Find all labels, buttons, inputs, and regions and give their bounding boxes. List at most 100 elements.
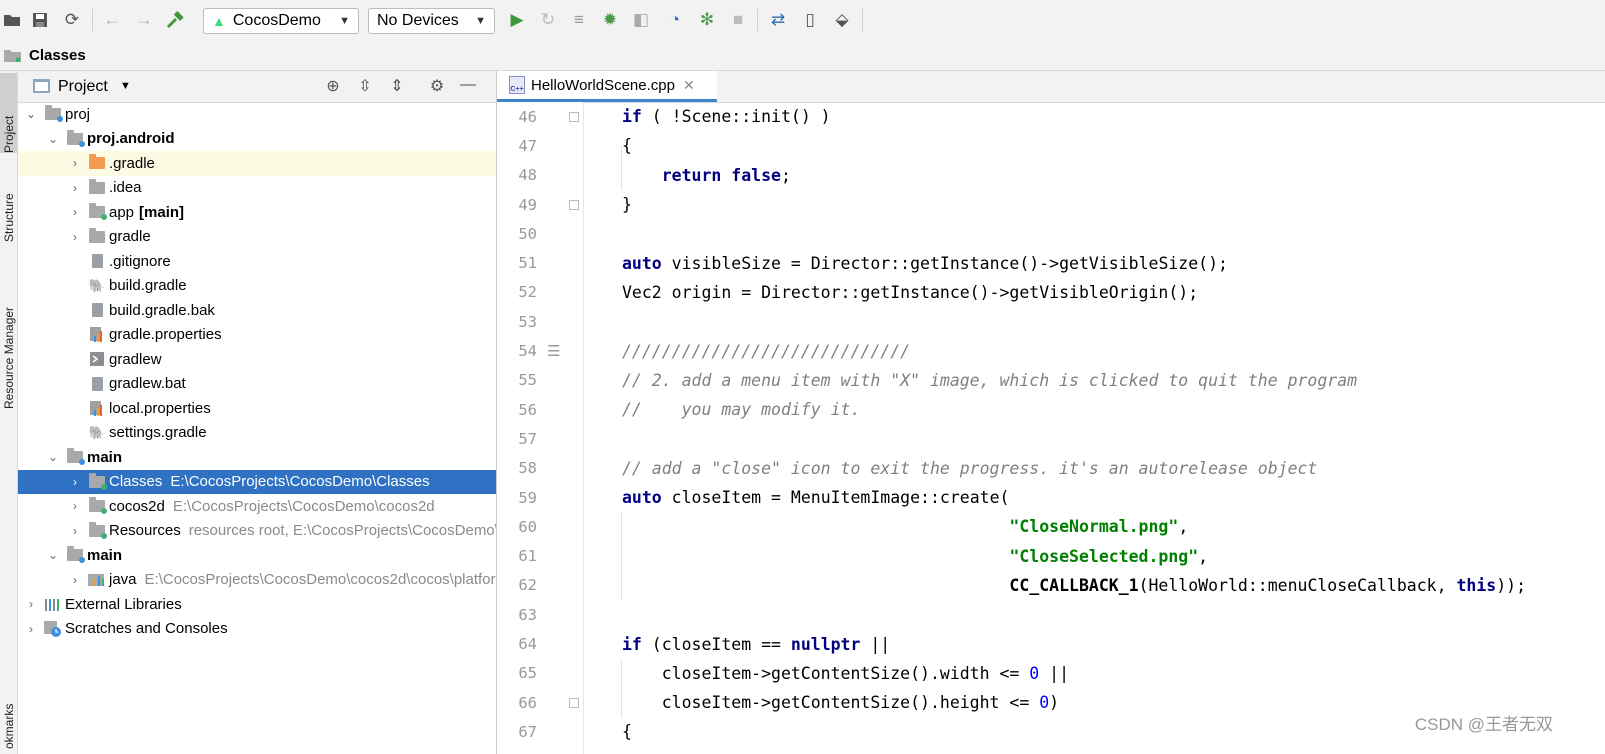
breadcrumb-label[interactable]: Classes	[29, 47, 86, 64]
collapse-all-icon[interactable]: ⇕	[387, 76, 407, 96]
chevron-right-icon[interactable]: ›	[68, 181, 82, 195]
code-token: false	[731, 165, 781, 185]
project-view-title[interactable]: Project	[58, 78, 108, 96]
code-line[interactable]: 46 if ( !Scene::init() )	[497, 102, 1605, 131]
back-arrow-icon[interactable]: ←	[100, 8, 124, 32]
chevron-down-icon[interactable]: ⌄	[46, 450, 60, 464]
device-dropdown[interactable]: No Devices ▼	[368, 8, 495, 34]
run-icon[interactable]: ▶	[505, 8, 529, 32]
chevron-down-icon[interactable]: ⌄	[24, 107, 38, 121]
code-line[interactable]: 52 Vec2 origin = Director::getInstance()-…	[497, 278, 1605, 307]
attach-process-icon[interactable]: ✻	[695, 8, 719, 32]
tree-row-classes[interactable]: › Classes E:\CocosProjects\CocosDemo\Cla…	[18, 469, 496, 494]
fold-marker-icon[interactable]	[569, 111, 579, 122]
code-line[interactable]: 55 // 2. add a menu item with "X" image, …	[497, 366, 1605, 395]
tree-row-settings-gradle[interactable]: 🐘 settings.gradle	[18, 421, 496, 446]
editor-tab-helloworldscene-cpp[interactable]: C++ HelloWorldScene.cpp ✕	[497, 71, 717, 102]
profiler-icon[interactable]: ◔	[663, 8, 687, 32]
code-line[interactable]: 64 if (closeItem == nullptr ||	[497, 629, 1605, 658]
tree-row-gradlew[interactable]: gradlew	[18, 347, 496, 372]
close-icon[interactable]: ✕	[683, 77, 695, 94]
apply-code-changes-icon[interactable]: ≡	[567, 8, 591, 32]
code-line[interactable]: 49}	[497, 190, 1605, 219]
gear-icon[interactable]: ⚙	[427, 76, 447, 96]
fold-marker-icon[interactable]	[569, 199, 579, 210]
tree-row-local-properties[interactable]: local.properties	[18, 396, 496, 421]
save-icon[interactable]	[28, 8, 52, 32]
chevron-right-icon[interactable]: ›	[68, 573, 82, 587]
chevron-down-icon[interactable]: ⌄	[46, 132, 60, 146]
code-editor[interactable]: 46 if ( !Scene::init() ) 47{48 return fals…	[497, 102, 1605, 754]
tree-item-path: resources root, E:\CocosProjects\CocosDe…	[188, 522, 497, 540]
tree-row-gitignore[interactable]: .gitignore	[18, 249, 496, 274]
sdk-manager-icon[interactable]: ⬙	[830, 8, 854, 32]
tree-row-proj-android[interactable]: ⌄ proj.android	[18, 127, 496, 152]
run-config-dropdown[interactable]: ▲ CocosDemo ▼	[203, 8, 359, 34]
chevron-right-icon[interactable]: ›	[68, 475, 82, 489]
chevron-right-icon[interactable]: ›	[68, 205, 82, 219]
tree-row-gradle[interactable]: › gradle	[18, 225, 496, 250]
tree-row-dot-gradle[interactable]: › .gradle	[18, 151, 496, 176]
fold-marker-icon[interactable]	[569, 697, 579, 708]
stripe-tab-label: Structure	[1, 193, 16, 242]
code-line[interactable]: 58 // add a "close" icon to exit the prog…	[497, 454, 1605, 483]
text-file-icon	[88, 376, 106, 392]
tree-row-idea[interactable]: › .idea	[18, 176, 496, 201]
tree-row-gradle-properties[interactable]: gradle.properties	[18, 323, 496, 348]
chevron-right-icon[interactable]: ›	[68, 524, 82, 538]
code-line[interactable]: 63	[497, 600, 1605, 629]
build-hammer-icon[interactable]	[163, 8, 187, 32]
tree-row-build-gradle[interactable]: 🐘 build.gradle	[18, 274, 496, 299]
chevron-right-icon[interactable]: ›	[68, 499, 82, 513]
stop-icon[interactable]: ■	[726, 8, 750, 32]
tree-row-scratches[interactable]: › Scratches and Consoles	[18, 617, 496, 642]
tree-row-resources[interactable]: › Resources resources root, E:\CocosProj…	[18, 519, 496, 544]
chevron-right-icon[interactable]: ›	[68, 156, 82, 170]
device-manager-icon[interactable]: ▯	[798, 8, 822, 32]
chevron-right-icon[interactable]: ›	[24, 622, 38, 636]
code-line[interactable]: 51 auto visibleSize = Director::getInstan…	[497, 249, 1605, 278]
code-line[interactable]: 50	[497, 219, 1605, 248]
stripe-tab-resource-manager[interactable]: Resource Manager	[0, 269, 17, 409]
tree-row-external-libraries[interactable]: › External Libraries	[18, 592, 496, 617]
code-line[interactable]: 53	[497, 307, 1605, 336]
code-line[interactable]: 61 "CloseSelected.png",	[497, 542, 1605, 571]
attach-debugger-icon[interactable]: ◧	[629, 8, 653, 32]
stripe-tab-bookmarks[interactable]: okmarks	[0, 689, 17, 749]
tree-row-gradlew-bat[interactable]: gradlew.bat	[18, 372, 496, 397]
tree-row-main-2[interactable]: ⌄ main	[18, 543, 496, 568]
sync-gradle-icon[interactable]: ⇄	[766, 8, 790, 32]
code-line[interactable]: 47 {	[497, 131, 1605, 160]
tree-row-java[interactable]: › java E:\CocosProjects\CocosDemo\cocos2…	[18, 568, 496, 593]
expand-all-icon[interactable]: ⇳	[355, 76, 375, 96]
locate-file-icon[interactable]: ⊕	[323, 76, 343, 96]
code-line[interactable]: 54 ☰ /////////////////////////////	[497, 336, 1605, 365]
sync-icon[interactable]: ⟳	[60, 8, 84, 32]
forward-arrow-icon[interactable]: →	[132, 8, 156, 32]
code-line[interactable]: 48 return false;	[497, 161, 1605, 190]
tree-row-app[interactable]: › app [main]	[18, 200, 496, 225]
code-line[interactable]: 62 CC_CALLBACK_1(HelloWorld::menuCloseCa…	[497, 571, 1605, 600]
tree-row-main[interactable]: ⌄ main	[18, 445, 496, 470]
code-line[interactable]: 65 closeItem->getContentSize().width <= …	[497, 659, 1605, 688]
stripe-tab-structure[interactable]: Structure	[0, 167, 17, 242]
code-line[interactable]: 60 "CloseNormal.png",	[497, 512, 1605, 541]
chevron-down-icon[interactable]: ⌄	[46, 548, 60, 562]
chevron-down-icon[interactable]: ▼	[120, 80, 131, 92]
stripe-tab-project[interactable]: Project	[0, 73, 17, 153]
doc-comment-icon[interactable]: ☰	[547, 342, 560, 360]
debug-icon[interactable]: ✹	[598, 8, 622, 32]
code-text: Vec2 origin = Director::getInstance()->g…	[622, 283, 1198, 302]
chevron-right-icon[interactable]: ›	[24, 597, 38, 611]
code-line[interactable]: 57	[497, 424, 1605, 453]
code-line[interactable]: 59 auto closeItem = MenuItemImage::create…	[497, 483, 1605, 512]
chevron-right-icon[interactable]: ›	[68, 230, 82, 244]
minimize-icon[interactable]: —	[458, 76, 478, 96]
tree-row-cocos2d[interactable]: › cocos2d E:\CocosProjects\CocosDemo\coc…	[18, 494, 496, 519]
tree-row-build-gradle-bak[interactable]: build.gradle.bak	[18, 298, 496, 323]
tree-row-proj[interactable]: ⌄ proj	[18, 102, 496, 127]
code-token: auto	[622, 253, 662, 273]
apply-changes-icon[interactable]: ↻	[536, 8, 560, 32]
open-folder-icon[interactable]	[0, 8, 24, 32]
code-line[interactable]: 56 // you may modify it.	[497, 395, 1605, 424]
